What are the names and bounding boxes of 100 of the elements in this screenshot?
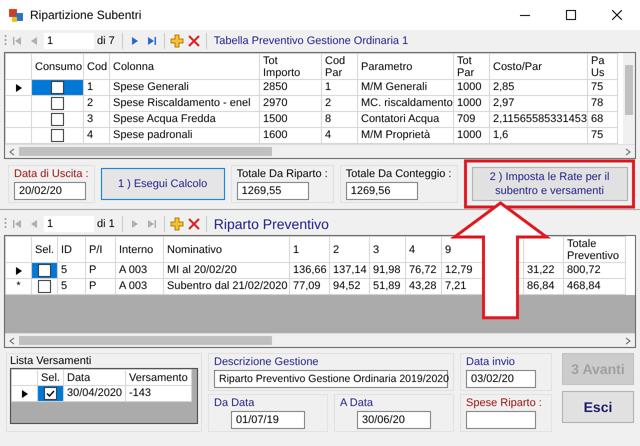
table-cell: MC. riscaldamento — [361, 97, 452, 109]
scrollbar-thumb[interactable] — [19, 147, 272, 156]
table-cell: 1,6 — [493, 129, 508, 141]
table-title: Riparto Preventivo — [214, 216, 329, 232]
grip-icon[interactable] — [4, 217, 7, 231]
add-icon[interactable] — [170, 217, 184, 231]
group-title: Lista Versamenti — [10, 355, 92, 367]
column-header[interactable]: 3 — [373, 244, 380, 256]
field-label: Da Data — [214, 397, 254, 409]
table-cell: Spese padronali — [113, 129, 193, 141]
table-cell: 30/04/2020 — [67, 387, 122, 399]
table-cell: 51,89 — [373, 280, 401, 292]
column-header[interactable]: 9 — [445, 244, 452, 256]
table-cell: 1 — [325, 81, 332, 93]
group-title: Descrizione Gestione — [214, 356, 320, 368]
horizontal-scrollbar[interactable] — [5, 144, 635, 158]
table-cell: 1000 — [457, 129, 482, 141]
column-header[interactable]: 4 — [409, 244, 416, 256]
table-cell: Spese Acqua Fredda — [113, 113, 216, 125]
scroll-right-icon[interactable] — [624, 336, 632, 344]
checkbox[interactable] — [38, 280, 51, 293]
field-label: Spese Riparto : — [466, 397, 543, 409]
rates-button[interactable]: 2 ) Imposta le Rate per il subentro e versamenti — [472, 167, 628, 201]
table-cell: 4 — [325, 129, 332, 141]
table-cell: 709 — [457, 113, 476, 125]
checkbox[interactable] — [38, 264, 51, 277]
table-cell: 2 — [87, 97, 94, 109]
table-cell: 1600 — [263, 129, 288, 141]
table-cell: 75 — [591, 81, 604, 93]
text-field[interactable] — [466, 411, 536, 429]
delete-icon[interactable] — [186, 217, 201, 231]
table-cell: 78 — [591, 97, 604, 109]
table-cell: A 003 — [119, 264, 148, 276]
column-header[interactable]: Colonna — [113, 60, 154, 72]
action-button[interactable]: Esci — [562, 391, 634, 423]
table-cell: 75 — [591, 129, 604, 141]
table-cell: 2970 — [263, 97, 288, 109]
column-header[interactable]: ID — [61, 244, 72, 256]
table-cell: -143 — [129, 387, 152, 399]
window-title: Ripartizione Subentri — [30, 8, 142, 22]
field-label: Totale Da Riparto : — [236, 168, 328, 180]
table-cell: 76,72 — [409, 264, 437, 276]
checkbox[interactable] — [44, 386, 57, 400]
table-cell: 136,66 — [293, 264, 327, 276]
position-field[interactable]: 1 — [44, 33, 94, 49]
table-cell: 77,09 — [293, 280, 321, 292]
maximize-icon[interactable] — [566, 10, 576, 20]
checkbox[interactable] — [51, 128, 64, 142]
table-cell: 3 — [87, 113, 94, 125]
close-icon[interactable] — [612, 10, 622, 20]
table-cell: A 003 — [119, 280, 148, 292]
table-cell: 5 — [61, 264, 68, 276]
position-field[interactable]: 1 — [44, 216, 94, 232]
table-cell: 12,79 — [445, 264, 473, 276]
table-cell: P — [89, 264, 96, 276]
add-icon[interactable] — [170, 34, 184, 48]
table-cell: 1 — [87, 81, 94, 93]
table-cell: MI al 20/02/20 — [167, 264, 237, 276]
checkbox[interactable] — [51, 112, 64, 126]
table-cell: M/M Proprietà — [361, 129, 430, 141]
calculate-button[interactable]: 1 ) Esegui Calcolo — [100, 168, 225, 200]
table-cell: Spese Riscaldamento - enel — [113, 97, 251, 109]
table-cell: 1000 — [457, 97, 482, 109]
description-field[interactable]: Riparto Preventivo Gestione Ordinaria 2019/2020 — [214, 370, 448, 388]
horizontal-scrollbar[interactable] — [5, 333, 635, 347]
vertical-scrollbar[interactable] — [623, 53, 635, 144]
table-cell: Contatori Acqua — [361, 113, 440, 125]
text-field[interactable]: 20/02/20 — [14, 182, 86, 200]
delete-icon[interactable] — [186, 34, 201, 48]
text-field[interactable]: 1269,55 — [236, 182, 309, 200]
table-cell: 137,14 — [333, 264, 367, 276]
checkbox[interactable] — [51, 96, 64, 110]
table-cell: 86,84 — [527, 280, 555, 292]
table-cell: 2,97 — [493, 97, 514, 109]
field-label: Data invio — [466, 356, 516, 368]
scroll-left-icon[interactable] — [8, 336, 16, 344]
table-cell: 7,21 — [445, 280, 466, 292]
checkbox[interactable] — [51, 80, 64, 94]
text-field[interactable]: 1269,56 — [346, 182, 418, 200]
scrollbar-thumb[interactable] — [19, 336, 272, 345]
record-count: di 7 — [97, 35, 115, 47]
table-cell: 8 — [325, 113, 332, 125]
table-title: Tabella Preventivo Gestione Ordinaria 1 — [214, 35, 408, 47]
scroll-right-icon[interactable] — [624, 148, 632, 156]
grip-icon[interactable] — [4, 34, 7, 48]
table-cell: 800,72 — [567, 264, 601, 276]
text-field[interactable]: 30/06/20 — [357, 411, 431, 429]
scrollbar-thumb[interactable] — [625, 65, 633, 115]
text-field[interactable]: 01/07/19 — [231, 411, 305, 429]
column-header[interactable]: 2 — [333, 244, 340, 256]
table-cell: 468,84 — [567, 280, 601, 292]
table-cell: 2 — [325, 97, 332, 109]
table-cell: P — [89, 280, 96, 292]
text-field[interactable]: 03/02/20 — [466, 370, 536, 388]
table-cell: 94,52 — [333, 280, 361, 292]
column-header[interactable]: 1 — [293, 244, 300, 256]
new-row-mark: * — [15, 280, 22, 293]
scroll-left-icon[interactable] — [8, 148, 16, 156]
table-cell: 31,22 — [527, 264, 555, 276]
table-cell: 1000 — [457, 81, 482, 93]
